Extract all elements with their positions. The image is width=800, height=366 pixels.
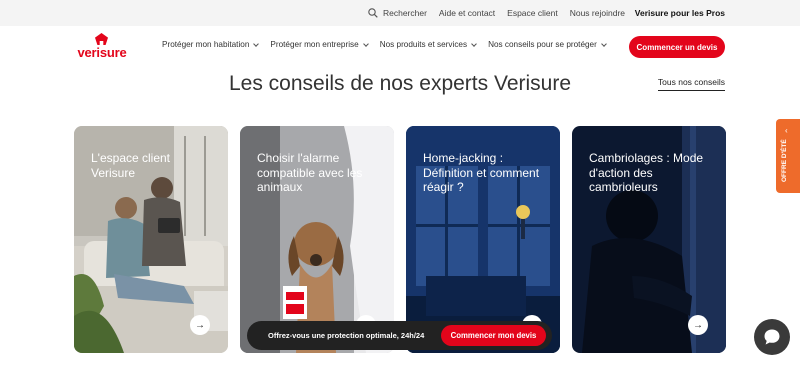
chevron-down-icon [601, 40, 607, 47]
arrow-right-button[interactable]: → [688, 315, 708, 335]
advice-card-client-space[interactable]: L'espace client Verisure → [74, 126, 228, 353]
nav-item-label: Nos conseils pour se protéger [488, 40, 597, 49]
arrow-right-icon: → [693, 319, 703, 331]
nav-item-business[interactable]: Protéger mon entreprise [270, 40, 369, 49]
advice-cards: L'espace client Verisure → Choisir l'ala… [74, 126, 726, 353]
nav-item-label: Protéger mon habitation [162, 40, 250, 49]
nav-item-advice[interactable]: Nos conseils pour se protéger [488, 40, 607, 49]
start-quote-button[interactable]: Commencer un devis [629, 36, 725, 58]
chevron-down-icon [253, 40, 260, 47]
chevron-down-icon [471, 40, 477, 47]
card-title: L'espace client Verisure [91, 151, 171, 180]
advice-card-burglary[interactable]: Cambriolages : Mode d'action des cambrio… [572, 126, 726, 353]
summer-offer-tab[interactable]: ‹ OFFRE D'ÉTÉ [776, 119, 800, 193]
join-us-link[interactable]: Nous rejoindre [570, 8, 625, 18]
logo-text: verisure [77, 45, 127, 60]
start-my-quote-button[interactable]: Commencer mon devis [441, 325, 546, 346]
promo-bar: Offrez-vous une protection optimale, 24h… [247, 321, 552, 350]
advice-card-home-jacking[interactable]: Home-jacking : Définition et comment réa… [406, 126, 560, 353]
nav-menu: Protéger mon habitation Protéger mon ent… [162, 40, 607, 49]
search-icon [368, 8, 378, 18]
search-link[interactable]: Rechercher [368, 8, 427, 18]
nav-item-home[interactable]: Protéger mon habitation [162, 40, 260, 49]
arrow-right-icon: → [195, 319, 205, 331]
pros-link[interactable]: Verisure pour les Pros [635, 8, 725, 18]
card-title: Choisir l'alarme compatible avec les ani… [257, 151, 363, 194]
card-title: Cambriolages : Mode d'action des cambrio… [589, 151, 704, 194]
summer-offer-label: OFFRE D'ÉTÉ [781, 139, 788, 182]
all-advice-link[interactable]: Tous nos conseils [657, 77, 725, 91]
nav-item-label: Nos produits et services [379, 40, 468, 49]
chevron-down-icon [362, 40, 369, 47]
advice-card-pet-alarm[interactable]: Choisir l'alarme compatible avec les ani… [240, 126, 394, 353]
utility-links: Rechercher Aide et contact Espace client… [368, 0, 625, 26]
nav-item-products[interactable]: Nos produits et services [379, 40, 477, 49]
pros-wrap: Verisure pour les Pros [635, 0, 725, 26]
house-logo-icon [95, 33, 108, 45]
verisure-logo[interactable]: verisure [74, 33, 130, 61]
search-label: Rechercher [382, 8, 427, 18]
chat-bubble-icon [764, 329, 780, 345]
chevron-left-icon: ‹ [785, 126, 788, 135]
arrow-right-button[interactable]: → [190, 315, 210, 335]
chat-button[interactable] [754, 319, 790, 355]
nav-item-label: Protéger mon entreprise [270, 40, 359, 49]
card-title: Home-jacking : Définition et comment réa… [423, 151, 540, 194]
utility-bar: Rechercher Aide et contact Espace client… [0, 0, 800, 26]
client-space-link[interactable]: Espace client [507, 8, 558, 18]
help-contact-link[interactable]: Aide et contact [439, 8, 495, 18]
promo-text: Offrez-vous une protection optimale, 24h… [268, 331, 425, 340]
